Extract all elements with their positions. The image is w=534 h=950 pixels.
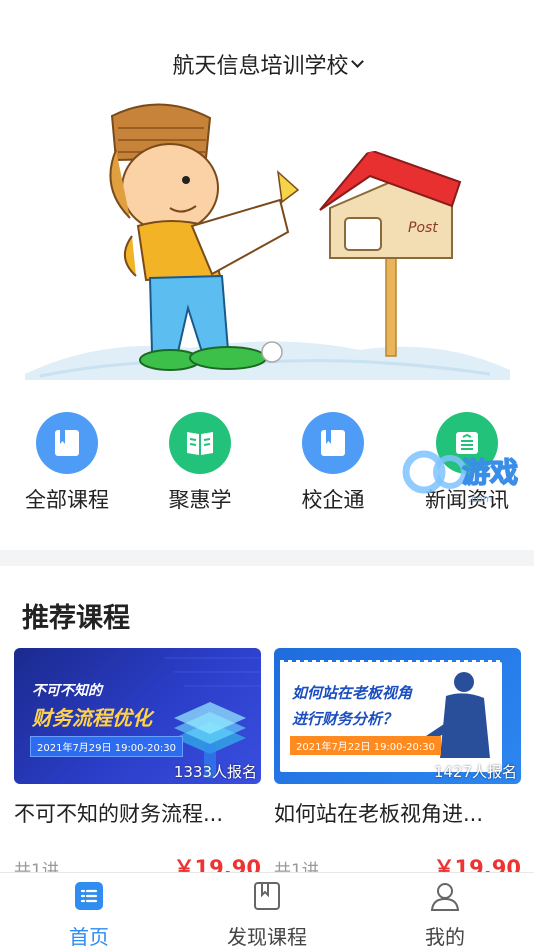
course-title[interactable]: 不可不知的财务流程...: [14, 798, 261, 828]
watermark-logo: 游戏 .com: [398, 446, 534, 506]
tab-home[interactable]: 首页: [24, 879, 154, 950]
thumbnail-heading: 不可不知的: [32, 683, 102, 699]
school-selector[interactable]: 航天信息培训学校: [0, 44, 534, 84]
book-icon: [36, 412, 98, 474]
banner-illustration[interactable]: Post: [20, 98, 514, 380]
bottom-tab-bar: 首页 发现课程 我的: [0, 872, 534, 950]
shortcut-label: 聚惠学: [168, 488, 232, 512]
section-title: 推荐课程: [22, 603, 130, 634]
enrollment-count: 1333人报名: [173, 763, 257, 781]
enrollment-count: 1427人报名: [433, 763, 517, 781]
home-list-icon: [24, 879, 154, 913]
thumbnail-subheading: 财务流程优化: [32, 706, 152, 730]
tab-label: 发现课程: [227, 925, 307, 949]
tab-label: 首页: [69, 925, 109, 949]
course-title[interactable]: 如何站在老板视角进...: [274, 798, 521, 828]
book-icon: [302, 412, 364, 474]
thumbnail-subheading: 进行财务分析？: [292, 710, 398, 728]
shortcut-label: 校企通: [301, 488, 365, 512]
thumbnail-heading: 如何站在老板视角: [292, 684, 413, 702]
chevron-down-icon: [350, 54, 364, 68]
watermark-text: 游戏: [462, 456, 518, 489]
open-book-icon: [169, 412, 231, 474]
shortcut-label: 全部课程: [25, 488, 109, 512]
shortcut-juhui[interactable]: 聚惠学: [145, 412, 255, 514]
section-divider: [0, 550, 534, 566]
tab-mine[interactable]: 我的: [380, 879, 510, 950]
bookmark-book-icon: [202, 879, 332, 913]
shortcut-school-enterprise[interactable]: 校企通: [278, 412, 388, 514]
shortcut-all-courses[interactable]: 全部课程: [12, 412, 122, 514]
thumbnail-date: 2021年7月22日 19:00-20:30: [290, 736, 441, 755]
tab-label: 我的: [425, 925, 465, 949]
user-icon: [380, 879, 510, 913]
course-card[interactable]: 如何站在老板视角 进行财务分析？ 2021年7月22日 19:00-20:30 …: [274, 648, 521, 881]
course-thumbnail[interactable]: 如何站在老板视角 进行财务分析？ 2021年7月22日 19:00-20:30 …: [274, 648, 521, 784]
course-thumbnail[interactable]: 不可不知的 财务流程优化 2021年7月29日 19:00-20:30 1333…: [14, 648, 261, 784]
thumbnail-date: 2021年7月29日 19:00-20:30: [30, 736, 183, 757]
svg-text:.com: .com: [468, 494, 493, 505]
mailbox-post-text: Post: [408, 220, 438, 236]
school-name: 航天信息培训学校: [172, 54, 349, 79]
course-card[interactable]: 不可不知的 财务流程优化 2021年7月29日 19:00-20:30 1333…: [14, 648, 261, 881]
tab-discover-courses[interactable]: 发现课程: [202, 879, 332, 950]
